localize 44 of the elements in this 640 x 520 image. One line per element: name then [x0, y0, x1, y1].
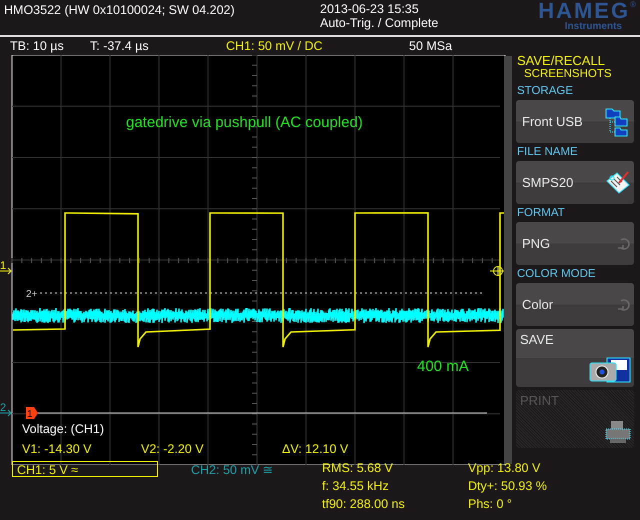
cycle-icon: [617, 236, 631, 252]
setting-text: 50 MSa: [409, 39, 452, 53]
setting-text: T: -37.4 µs: [90, 39, 150, 53]
measurement-value: f: 34.55 kHz: [322, 478, 390, 495]
measurement-value: Dty+: 50.93 %: [468, 478, 547, 495]
menu-heading: FORMAT: [516, 206, 566, 221]
brand-logo: HAMEG: [538, 0, 630, 22]
cursor-value: V1: -14.30 V: [22, 442, 92, 456]
measurement-value: Phs: 0 °: [468, 496, 513, 513]
channel-setting[interactable]: CH1: 5 V ≈: [12, 461, 158, 477]
menu-heading: FILE NAME: [516, 145, 579, 160]
annotation-text: 400 mA: [417, 358, 469, 375]
measurement-value: tf90: 288.00 ns: [322, 496, 406, 513]
scroll-bar[interactable]: [504, 56, 512, 464]
cursor-marker[interactable]: 1: [26, 407, 38, 420]
menu-selector[interactable]: PNG: [516, 222, 634, 265]
annotation-text: gatedrive via pushpull (AC coupled): [126, 114, 363, 131]
camera-icon: [589, 357, 631, 383]
setting-text: CH1: 50 mV / DC: [226, 39, 324, 53]
reference-label: 2+: [26, 289, 38, 300]
cursor-value: V2: -2.20 V: [141, 442, 204, 456]
notepad-icon: [605, 168, 631, 196]
device-title: HMO3522 (HW 0x10100024; SW 04.202): [3, 2, 236, 19]
date-time: 2013-06-23 15:35: [320, 2, 420, 16]
cursor-value: ΔV: 12.10 V: [282, 442, 348, 456]
channel-setting[interactable]: CH2: 50 mV ≅: [186, 461, 322, 477]
menu-selector[interactable]: Color: [516, 283, 634, 326]
cycle-icon: [617, 296, 631, 312]
menu-subtitle: SCREENSHOTS: [523, 68, 613, 80]
menu-heading: STORAGE: [516, 84, 574, 99]
menu-title: SAVE/RECALL: [516, 53, 606, 68]
registered-mark: ®: [630, 0, 636, 9]
menu-selector[interactable]: SMPS20: [516, 161, 634, 204]
save-button[interactable]: SAVE: [516, 329, 634, 387]
brand-subtitle: Instruments: [564, 22, 622, 32]
trigger-status: Auto-Trig. / Complete: [320, 16, 440, 30]
menu-heading: COLOR MODE: [516, 267, 597, 282]
menu-selector[interactable]: Front USB: [516, 100, 634, 143]
trigger-level-icon: [490, 266, 504, 276]
setting-text: TB: 10 µs: [10, 39, 65, 53]
measurement-value: Vpp: 13.80 V: [468, 460, 542, 477]
printer-icon: [605, 420, 631, 444]
cursor-readout-title: Voltage: (CH1): [22, 422, 104, 436]
measurement-value: RMS: 5.68 V: [322, 460, 394, 477]
